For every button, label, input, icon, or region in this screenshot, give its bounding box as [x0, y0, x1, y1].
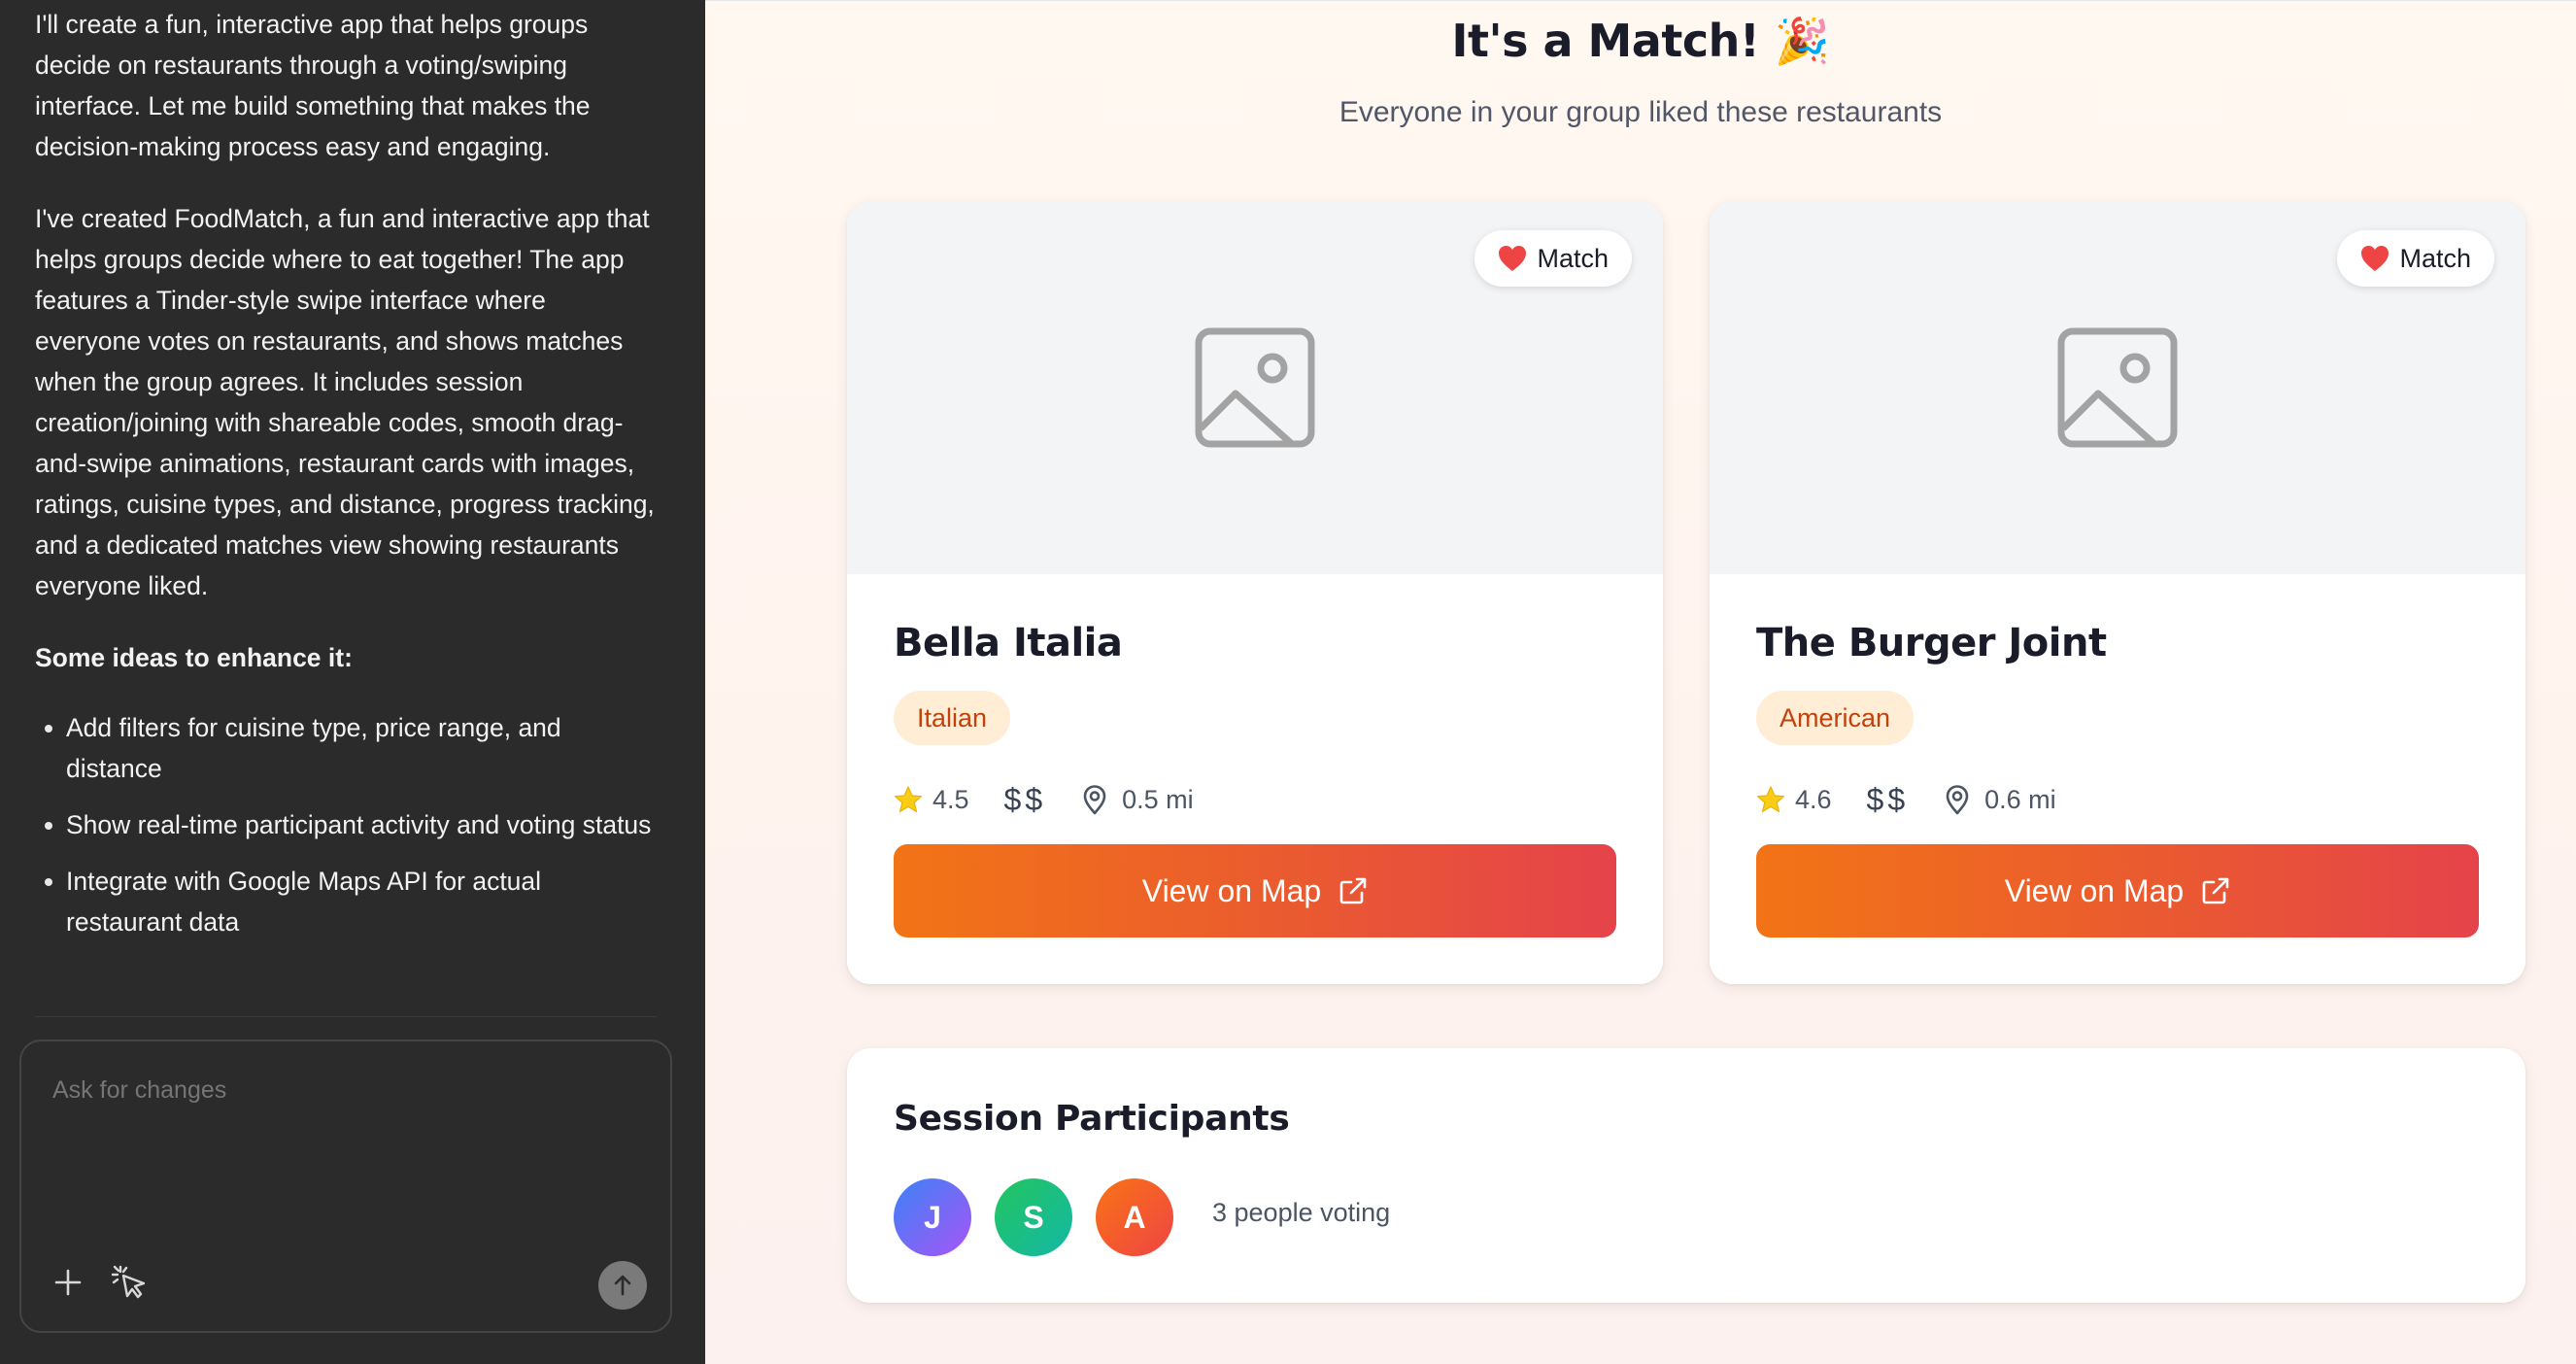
chat-input[interactable]: [52, 1076, 635, 1105]
star-icon: [894, 786, 923, 813]
location-pin-icon: [1946, 785, 1969, 815]
voting-count: 3 people voting: [1212, 1198, 1391, 1227]
avatar: S: [995, 1178, 1072, 1256]
cuisine-tag: Italian: [894, 691, 1011, 745]
image-placeholder-icon: [1195, 327, 1315, 448]
distance-value: 0.6 mi: [1984, 784, 2056, 814]
restaurant-meta: 4.6 $$ 0.6 mi: [1756, 778, 2056, 821]
view-on-map-label: View on Map: [1141, 872, 1322, 908]
price-level: $$: [1003, 781, 1047, 817]
match-badge: Match: [1474, 230, 1632, 287]
session-participants-card: Session Participants J S A 3 people voti…: [847, 1048, 2525, 1303]
chat-composer: [19, 1040, 672, 1333]
list-item: Add filters for cuisine type, price rang…: [45, 707, 657, 789]
image-placeholder-icon: [2057, 327, 2178, 448]
page-title: It's a Match! 🎉: [1451, 15, 1830, 67]
external-link-icon: [1339, 877, 1367, 904]
rating-value: 4.6: [1795, 784, 1832, 814]
restaurant-meta: 4.5 $$ 0.5 mi: [894, 778, 1194, 821]
avatar: J: [894, 1178, 971, 1256]
restaurant-image: Match: [1710, 201, 2525, 574]
restaurant-name: Bella Italia: [894, 621, 1123, 665]
chat-message-summary: I've created FoodMatch, a fun and intera…: [35, 204, 655, 600]
location-pin-icon: [1083, 785, 1106, 815]
restaurant-card: Match The Burger Joint American 4.6 $$ 0…: [1710, 201, 2525, 984]
avatar: A: [1096, 1178, 1173, 1256]
match-badge-label: Match: [2399, 243, 2471, 273]
price-level: $$: [1866, 781, 1910, 817]
view-on-map-button[interactable]: View on Map: [1756, 844, 2479, 938]
chat-panel: I'll create a fun, interactive app that …: [0, 0, 705, 1364]
ideas-heading: Some ideas to enhance it:: [35, 643, 353, 672]
heart-icon: [1499, 246, 1527, 271]
heart-icon: [2361, 246, 2390, 271]
select-cursor-icon[interactable]: [111, 1263, 150, 1302]
view-on-map-button[interactable]: View on Map: [894, 844, 1616, 938]
divider: [35, 1016, 657, 1017]
view-on-map-label: View on Map: [2004, 872, 2185, 908]
rating-value: 4.5: [932, 784, 969, 814]
restaurant-image: Match: [847, 201, 1663, 574]
participants-title: Session Participants: [894, 1099, 1290, 1139]
arrow-up-icon: [614, 1275, 631, 1296]
ideas-list: Add filters for cuisine type, price rang…: [35, 707, 657, 942]
chat-message-intro: I'll create a fun, interactive app that …: [35, 10, 591, 161]
match-results-view: It's a Match! 🎉 Everyone in your group l…: [705, 0, 2576, 1364]
list-item: Integrate with Google Maps API for actua…: [45, 861, 657, 942]
list-item: Show real-time participant activity and …: [45, 804, 657, 845]
chat-messages: I'll create a fun, interactive app that …: [35, 0, 657, 958]
restaurant-card: Match Bella Italia Italian 4.5 $$ 0.5 mi…: [847, 201, 1663, 984]
match-badge-label: Match: [1537, 243, 1609, 273]
distance-value: 0.5 mi: [1122, 784, 1194, 814]
restaurant-name: The Burger Joint: [1756, 621, 2107, 665]
match-badge: Match: [2337, 230, 2494, 287]
page-subtitle: Everyone in your group liked these resta…: [1339, 96, 1943, 128]
plus-icon[interactable]: [51, 1265, 85, 1300]
cuisine-tag: American: [1756, 691, 1915, 745]
external-link-icon: [2202, 877, 2229, 904]
star-icon: [1756, 786, 1785, 813]
send-button[interactable]: [598, 1261, 647, 1310]
